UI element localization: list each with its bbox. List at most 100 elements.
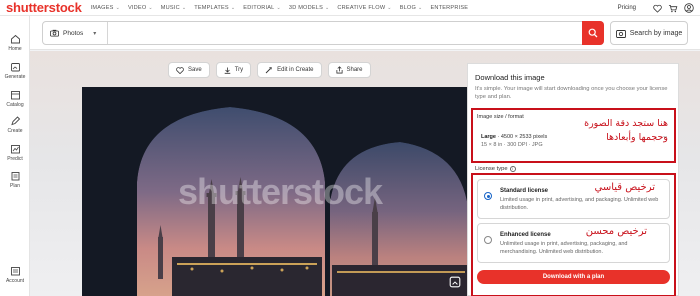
sidebar-item-home[interactable]: Home [0,34,30,58]
create-icon [10,116,20,126]
image-preview[interactable]: shutterstock [82,87,492,296]
sidebar-item-label: Home [8,46,22,52]
search-by-image-button[interactable]: Search by image [610,21,688,45]
license-options: Standard license Limited usage in print,… [471,173,676,296]
annotation-enhanced: ترخيص محسن [585,226,647,237]
nav-link-editorial[interactable]: EDITORIAL ⌄ [243,5,281,11]
share-label: Share [346,67,363,73]
share-button[interactable]: Share [327,62,371,78]
nav-link-enterprise[interactable]: ENTERPRISE [430,5,468,11]
account-icon [10,267,20,276]
search-bar: Photos ▾ [42,21,604,45]
image-size-selector[interactable]: Image size / format Large · 4500 × 2533 … [471,108,676,163]
chevron-down-icon: ⌄ [181,4,187,11]
media-type-label: Photos [63,29,84,37]
chevron-down-icon: ⌄ [325,4,330,11]
nav-link-creative-flow[interactable]: CREATIVE FLOW ⌄ [337,5,391,11]
chevron-down-icon: ⌄ [230,4,236,11]
edit-label: Edit in Create [277,67,314,73]
enhanced-license-option[interactable]: Enhanced license Unlimited usage in prin… [477,223,670,263]
nav-link-3d-models[interactable]: 3D MODELS ⌄ [289,5,330,11]
heart-icon[interactable] [652,3,662,13]
magic-wand-icon [265,66,272,74]
edit-in-create-button[interactable]: Edit in Create [257,62,322,78]
save-button[interactable]: Save [168,62,210,78]
user-account-icon[interactable] [684,3,694,13]
search-input[interactable] [108,22,603,44]
plan-icon [11,172,19,181]
standard-license-desc: Limited usage in print, advertising, and… [500,197,659,211]
chevron-down-icon: ⌄ [418,4,423,11]
sidebar-item-create[interactable]: Create [0,116,30,140]
watermark-text: shutterstock [178,171,383,212]
image-search-icon [615,29,626,38]
heart-icon [176,66,184,74]
size-detail: 15 × 8 in · 300 DPI · JPG [481,142,543,148]
search-row: Photos ▾ Search by image [30,16,700,50]
sidebar-item-label: Account [5,278,25,284]
annotation-standard: ترخيص قياسي [594,182,656,193]
sidebar-item-predict[interactable]: Predict [0,144,30,168]
sidebar-item-label: Predict [7,156,23,162]
panel-title: Download this image [475,73,545,82]
home-icon [10,34,20,44]
image-actions: Save Try Edit in Create Share [168,62,377,78]
standard-license-title: Standard license [500,188,549,194]
save-label: Save [188,67,202,73]
visual-search-button[interactable] [448,275,461,288]
media-type-select[interactable]: Photos ▾ [43,22,108,44]
top-navigation: shutterstock IMAGES ⌄ VIDEO ⌄ MUSIC ⌄ TEMPL… [0,0,700,16]
nav-link-music[interactable]: MUSIC ⌄ [161,5,186,11]
download-with-plan-button[interactable]: Download with a plan [477,270,670,284]
sidebar-item-catalog[interactable]: Catalog [0,90,30,114]
chevron-down-icon: ⌄ [115,4,120,11]
sidebar-item-label: Generate [4,74,26,80]
enhanced-license-title: Enhanced license [500,232,551,238]
download-icon [224,66,230,74]
download-panel: Download this image It's simple. Your im… [467,63,679,296]
nav-link-templates[interactable]: TEMPLATES ⌄ [194,5,235,11]
caret-down-icon: ▾ [93,30,97,37]
nav-right: Pricing [618,0,694,16]
annotation-size-line2: وحجمها وأبعادها [606,132,668,143]
try-button[interactable]: Try [215,62,252,78]
search-icon [588,28,598,38]
generate-icon [10,63,20,72]
chevron-down-icon: ⌄ [276,4,281,11]
search-by-image-label: Search by image [629,29,683,37]
left-sidebar: Home Generate Catalog Create Predict Pla… [0,16,30,296]
search-button[interactable] [582,21,604,45]
shutterstock-logo[interactable]: shutterstock [6,0,82,15]
try-label: Try [234,67,244,73]
annotation-size-line1: هنا ستجد دقة الصورة [584,118,668,129]
chevron-down-icon: ⌄ [148,4,153,11]
standard-license-radio[interactable] [484,192,492,200]
license-type-label: License type i [475,166,516,172]
size-label: Image size / format [477,114,524,120]
predict-icon [10,145,20,154]
catalog-icon [10,91,20,100]
share-icon [335,66,343,74]
nav-links: IMAGES ⌄ VIDEO ⌄ MUSIC ⌄ TEMPLATES ⌄ EDITORI… [91,5,477,11]
sidebar-item-label: Create [7,128,23,134]
sidebar-item-plan[interactable]: Plan [0,171,30,195]
size-option: Large · 4500 × 2533 pixels [481,134,548,140]
chevron-down-icon: ⌄ [387,4,392,11]
sidebar-item-label: Catalog [6,102,24,108]
standard-license-option[interactable]: Standard license Limited usage in print,… [477,179,670,219]
pricing-link[interactable]: Pricing [618,5,636,11]
nav-link-images[interactable]: IMAGES ⌄ [91,5,120,11]
nav-link-video[interactable]: VIDEO ⌄ [128,5,153,11]
sidebar-item-account[interactable]: Account [0,266,30,290]
cart-icon[interactable] [668,3,678,13]
main-content: Save Try Edit in Create Share shuttersto… [30,51,700,296]
frame-icon [449,276,460,287]
nav-link-blog[interactable]: BLOG ⌄ [400,5,423,11]
info-icon[interactable]: i [509,166,516,172]
enhanced-license-radio[interactable] [484,236,492,244]
sidebar-item-label: Plan [9,183,20,189]
enhanced-license-desc: Unlimited usage in print, advertising, p… [500,241,628,255]
camera-icon [50,29,59,37]
panel-subtitle: It's simple. Your image will start downl… [475,86,668,100]
sidebar-item-generate[interactable]: Generate [0,62,30,86]
